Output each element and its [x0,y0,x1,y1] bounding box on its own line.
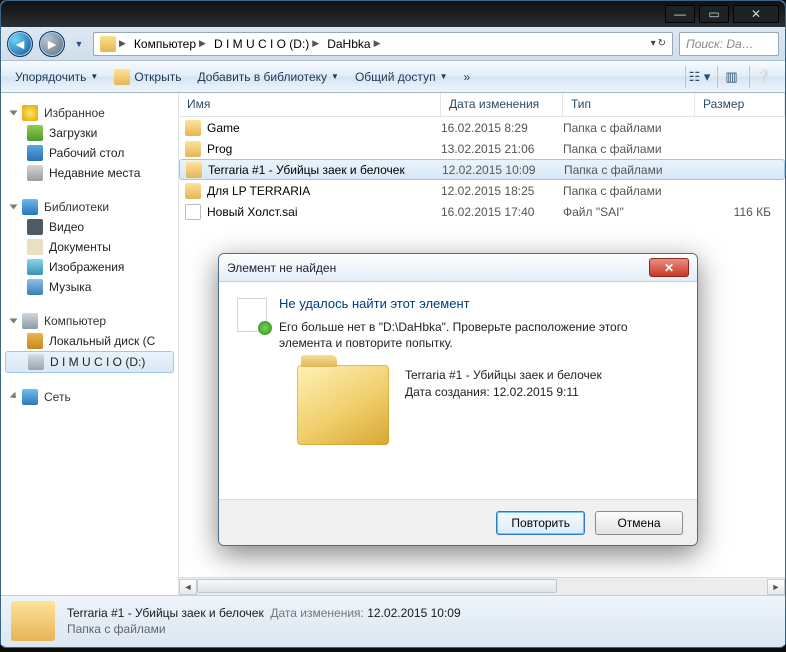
pictures-icon [27,259,43,275]
recent-icon [27,165,43,181]
details-pane: Terraria #1 - Убийцы заек и белочек Дата… [1,595,785,645]
favorites-group[interactable]: Избранное Загрузки Рабочий стол Недавние… [1,99,178,193]
details-type: Папка с файлами [67,622,461,636]
toolbar: Упорядочить▼ Открыть Добавить в библиоте… [1,61,785,93]
view-options-button[interactable]: ☷ ▾ [685,66,713,88]
dialog-titlebar[interactable]: Элемент не найден ✕ [219,254,697,282]
dialog-close-button[interactable]: ✕ [649,258,689,277]
sidebar-item-desktop[interactable]: Рабочий стол [1,143,178,163]
open-button[interactable]: Открыть [108,67,187,87]
video-icon [27,219,43,235]
col-size[interactable]: Размер [695,93,785,116]
search-input[interactable]: Поиск: Da… [679,32,779,56]
error-dialog: Элемент не найден ✕ Не удалось найти это… [218,253,698,546]
sidebar-item-drive-d[interactable]: D I M U C I O (D:) [5,351,174,373]
sidebar-item-music[interactable]: Музыка [1,277,178,297]
cancel-button[interactable]: Отмена [595,511,683,535]
dialog-heading: Не удалось найти этот элемент [279,296,679,311]
sidebar-item-pictures[interactable]: Изображения [1,257,178,277]
refresh-icon[interactable]: ↻ [658,38,666,49]
desktop-icon [27,145,43,161]
dialog-item-name: Terraria #1 - Убийцы заек и белочек [405,367,679,384]
history-dropdown[interactable]: ▼ [71,33,87,55]
maximize-button[interactable]: ▭ [699,5,729,23]
star-icon [22,105,38,121]
sidebar-item-videos[interactable]: Видео [1,217,178,237]
sidebar-item-documents[interactable]: Документы [1,237,178,257]
col-name[interactable]: Имя [179,93,441,116]
folder-icon [186,162,202,178]
organize-menu[interactable]: Упорядочить▼ [9,68,104,86]
libraries-icon [22,199,38,215]
drive-icon [28,354,44,370]
document-refresh-icon [237,298,267,332]
open-folder-icon [114,69,130,85]
share-menu[interactable]: Общий доступ▼ [349,68,454,86]
back-button[interactable]: ◄ [7,31,33,57]
file-row[interactable]: Prog13.02.2015 21:06Папка с файлами [179,138,785,159]
folder-icon [100,36,116,52]
file-icon [185,204,201,220]
folder-icon [185,183,201,199]
close-button[interactable]: ✕ [733,5,779,23]
details-name: Terraria #1 - Убийцы заек и белочек [67,606,264,620]
sidebar-item-downloads[interactable]: Загрузки [1,123,178,143]
documents-icon [27,239,43,255]
chevron-down-icon[interactable]: ▾ [651,38,656,49]
overflow-button[interactable]: » [457,68,476,86]
col-modified[interactable]: Дата изменения [441,93,563,116]
column-headers[interactable]: Имя Дата изменения Тип Размер [179,93,785,117]
network-group[interactable]: Сеть [1,383,178,417]
titlebar[interactable]: — ▭ ✕ [1,1,785,27]
sidebar-item-recent[interactable]: Недавние места [1,163,178,183]
libraries-group[interactable]: Библиотеки Видео Документы Изображения М… [1,193,178,307]
downloads-icon [27,125,43,141]
file-row[interactable]: Game16.02.2015 8:29Папка с файлами [179,117,785,138]
breadcrumb-seg[interactable]: D I M U C I O (D:) [214,37,309,51]
sidebar-item-drive-c[interactable]: Локальный диск (C [1,331,178,351]
network-icon [22,389,38,405]
scrollbar-thumb[interactable] [197,579,557,593]
preview-pane-button[interactable]: ▥ [717,66,745,88]
dialog-title: Элемент не найден [227,261,336,275]
file-row[interactable]: Terraria #1 - Убийцы заек и белочек12.02… [179,159,785,180]
add-to-library-menu[interactable]: Добавить в библиотеку▼ [191,68,344,86]
scroll-right-button[interactable]: ► [767,579,785,595]
folder-icon [185,141,201,157]
file-row[interactable]: Для LP TERRARIA12.02.2015 18:25Папка с ф… [179,180,785,201]
breadcrumb-seg[interactable]: Компьютер [134,37,196,51]
forward-button[interactable]: ► [39,31,65,57]
folder-icon [185,120,201,136]
local-disk-icon [27,333,43,349]
computer-icon [22,313,38,329]
navigation-pane[interactable]: Избранное Загрузки Рабочий стол Недавние… [1,93,179,595]
nav-bar: ◄ ► ▼ ▶ Компьютер▶ D I M U C I O (D:)▶ D… [1,27,785,61]
retry-button[interactable]: Повторить [496,511,585,535]
dialog-body: Его больше нет в "D:\DaHbka". Проверьте … [279,319,679,351]
music-icon [27,279,43,295]
col-type[interactable]: Тип [563,93,695,116]
computer-group[interactable]: Компьютер Локальный диск (C D I M U C I … [1,307,178,383]
file-row[interactable]: Новый Холст.sai16.02.2015 17:40Файл "SAI… [179,201,785,222]
address-bar[interactable]: ▶ Компьютер▶ D I M U C I O (D:)▶ DaHbka▶… [93,32,673,56]
minimize-button[interactable]: — [665,5,695,23]
scroll-left-button[interactable]: ◄ [179,579,197,595]
folder-large-icon [297,365,389,445]
horizontal-scrollbar[interactable]: ◄ ► [179,577,785,595]
folder-icon [11,601,55,641]
breadcrumb-seg[interactable]: DaHbka [327,37,370,51]
help-button[interactable]: ❔ [749,66,777,88]
